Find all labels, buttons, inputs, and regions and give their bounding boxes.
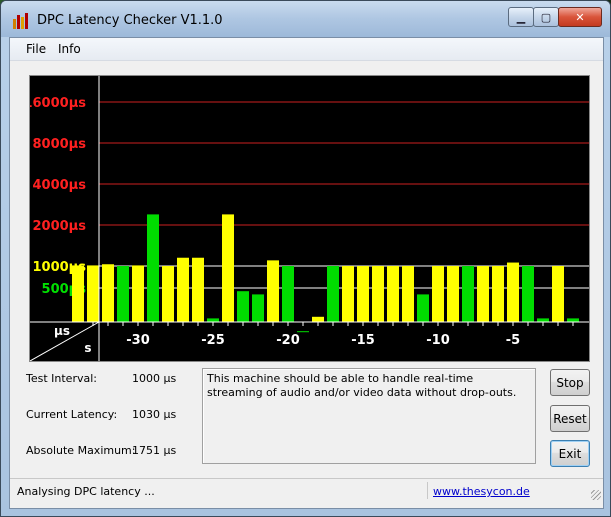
status-message-box: This machine should be able to handle re… [202,368,536,464]
latency-bar [522,266,534,322]
latency-bar [87,265,99,322]
reset-button[interactable]: Reset [550,405,590,432]
latency-bar [147,214,159,322]
close-button[interactable]: ✕ [558,7,602,27]
client-area: File Info 16000µs8000µs4000µs2000µs1000µ… [9,37,604,509]
app-window: DPC Latency Checker V1.1.0 ▁ ▢ ✕ File In… [0,0,611,517]
latency-bar [267,260,279,322]
latency-bar [357,266,369,322]
latency-bar [207,318,219,322]
latency-bar [492,266,504,322]
y-unit-label: µs [54,324,70,338]
latency-bar [117,266,129,322]
minimize-icon: ▁ [516,10,526,24]
latency-bar [477,266,489,322]
maximize-button[interactable]: ▢ [533,7,559,27]
latency-bar [162,266,174,322]
latency-bar [507,262,519,322]
website-link[interactable]: www.thesycon.de [433,485,530,498]
status-separator [427,482,428,499]
latency-bar [447,266,459,322]
x-unit-label: s [84,341,91,355]
menu-bar: File Info [10,38,603,61]
latency-bar [537,318,549,322]
close-icon: ✕ [575,10,585,24]
x-axis-label: -10 [426,333,450,348]
stop-button[interactable]: Stop [550,369,590,396]
latency-bar [372,266,384,322]
latency-bar [342,266,354,322]
latency-bar [192,257,204,322]
latency-bar [417,294,429,322]
latency-bar [432,266,444,322]
status-bar: Analysing DPC latency ... www.thesycon.d… [10,478,603,502]
title-bar[interactable]: DPC Latency Checker V1.1.0 ▁ ▢ ✕ [1,1,610,37]
latency-bar [327,266,339,322]
menu-file[interactable]: File [26,42,46,56]
latency-bar [252,294,264,322]
latency-bar [387,266,399,322]
exit-button[interactable]: Exit [550,440,590,467]
y-axis-label: 16000µs [30,96,86,111]
y-axis-label: 4000µs [33,178,87,193]
latency-bar [177,257,189,322]
current-latency-value: 1030 µs [132,408,177,421]
absolute-maximum-value: 1751 µs [132,444,177,457]
latency-bar [132,265,144,322]
latency-bar [72,265,84,322]
y-axis-label: 2000µs [33,219,87,234]
x-axis-label: -30 [126,333,150,348]
latency-bar [222,214,234,322]
resize-grip[interactable] [591,490,601,500]
current-latency-label: Current Latency: [26,408,118,421]
y-axis-label: 8000µs [33,137,87,152]
latency-bar [567,318,579,322]
latency-graph: 16000µs8000µs4000µs2000µs1000µs500µsµss-… [29,75,590,362]
x-axis-label: -25 [201,333,225,348]
absolute-maximum-label: Absolute Maximum: [26,444,136,457]
latency-bar [237,291,249,322]
x-axis-label: -5 [506,333,520,348]
x-axis-label: -15 [351,333,375,348]
minimize-button[interactable]: ▁ [508,7,534,27]
latency-graph-svg: 16000µs8000µs4000µs2000µs1000µs500µsµss-… [30,76,589,361]
maximize-icon: ▢ [540,10,552,24]
latency-bar [312,316,324,322]
latency-bar [402,266,414,322]
test-interval-label: Test Interval: [26,372,97,385]
latency-bar [552,266,564,322]
status-text: Analysing DPC latency ... [17,485,155,498]
x-axis-label: -20 [276,333,300,348]
test-interval-value: 1000 µs [132,372,177,385]
menu-info[interactable]: Info [58,42,81,56]
app-icon [13,13,29,29]
window-title: DPC Latency Checker V1.1.0 [37,13,223,28]
latency-bar [102,264,114,322]
latency-bar [282,266,294,322]
latency-bar [462,266,474,322]
